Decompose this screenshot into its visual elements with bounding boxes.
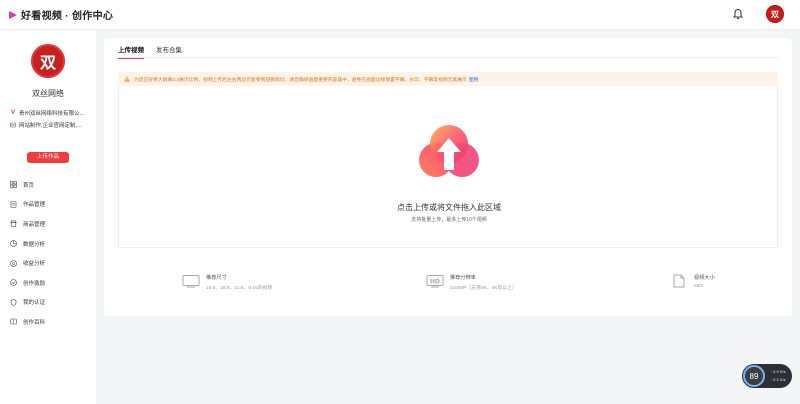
upload-arrow-icon: ↑ — [770, 369, 772, 374]
cloud-upload-icon — [419, 125, 479, 177]
sidebar-item-earnings[interactable]: 收益分析 — [10, 253, 90, 273]
profile-name: 双丝网络 — [32, 89, 64, 98]
svg-text:HD: HD — [430, 279, 440, 286]
shop-icon — [10, 220, 17, 228]
warning-icon — [124, 76, 130, 82]
upload-speed-unit: K/s — [779, 369, 786, 374]
performance-gauge: 89 — [743, 365, 765, 387]
sidebar-item-label: 创作百科 — [23, 319, 46, 326]
upload-speed-value: 0.9 — [773, 369, 779, 374]
sidebar-item-label: 商品管理 — [23, 221, 46, 228]
upload-speed: ↑ 0.9 K/s — [770, 369, 786, 374]
spec-label: 推荐尺寸 — [206, 275, 227, 281]
spec-label: 视频大小 — [694, 275, 715, 281]
spec-value: 16:9、18:9、21:9、9:16的视频 — [206, 286, 273, 291]
file-icon — [673, 274, 685, 288]
home-grid-icon — [10, 181, 17, 189]
header-avatar[interactable]: 双 — [766, 5, 784, 23]
document-icon — [10, 201, 17, 208]
company-name: 贵州双丝网络科技有限公... — [19, 111, 85, 117]
spec-filesize: 视频大小 ≤8G — [670, 274, 715, 289]
download-arrow-icon: ↓ — [770, 377, 772, 382]
dropzone-title: 点击上传或将文件拖入此区域 — [397, 203, 501, 212]
badge-icon — [10, 279, 17, 287]
upload-card: 上传视频 发布合集 为适应好看大屏幕3:2展示比例，视频上传后左右两边可能受到轻… — [104, 38, 792, 316]
sidebar-item-analytics[interactable]: 数据分析 — [10, 234, 90, 254]
sidebar-item-wiki[interactable]: 创作百科 — [10, 312, 90, 332]
sidebar-item-works[interactable]: 作品管理 — [10, 195, 90, 215]
sidebar-item-label: 创作激励 — [23, 280, 46, 287]
sidebar-item-label: 首页 — [23, 182, 35, 189]
chart-icon — [10, 240, 17, 247]
sidebar-item-products[interactable]: 商品管理 — [10, 214, 90, 234]
book-icon — [10, 319, 17, 325]
sidebar-item-incentives[interactable]: 创作激励 — [10, 273, 90, 293]
sidebar-item-label: 我的认证 — [23, 300, 46, 307]
dropzone-subtitle: 支持批量上传，最多上传10个视频 — [411, 217, 487, 223]
tabs-divider — [118, 57, 778, 58]
spec-value: ≥1080P（支持2K、4K及以上） — [450, 286, 517, 291]
sidebar-item-label: 作品管理 — [23, 202, 46, 209]
sidebar-nav: 首页 作品管理 商品管理 数据分析 收益分析 创作激励 我的认证 创作百科 — [10, 175, 90, 332]
notice-text: 为适应好看大屏幕3:2展示比例，视频上传后左右两边可能受到轻微裁切，请您确保画面… — [134, 77, 467, 83]
spec-size: 推荐尺寸 16:9、18:9、21:9、9:16的视频 — [182, 274, 272, 291]
certification-row: 网站制作,企业官网定制,... — [10, 121, 90, 129]
sidebar-item-label: 数据分析 — [23, 241, 46, 248]
spec-resolution: HD 推荐分辨率 ≥1080P（支持2K、4K及以上） — [426, 274, 517, 291]
shield-check-icon — [10, 299, 17, 306]
hd-icon: HD — [426, 275, 444, 288]
download-speed-value: 0.2 — [773, 377, 779, 382]
bell-icon[interactable] — [732, 8, 744, 20]
verified-v-icon: V — [10, 110, 15, 116]
spec-label: 推荐分辨率 — [450, 275, 476, 281]
app-title: 好看视频 · 创作中心 — [21, 11, 114, 22]
crop-notice: 为适应好看大屏幕3:2展示比例，视频上传后左右两边可能受到轻微裁切，请您确保画面… — [118, 72, 778, 86]
top-bar: 好看视频 · 创作中心 双 — [0, 0, 800, 30]
company-row: V 贵州双丝网络科技有限公... — [10, 109, 90, 117]
spec-value: ≤8G — [694, 284, 704, 289]
coin-icon — [10, 259, 17, 267]
network-monitor-widget[interactable]: 89 ↑ 0.9 K/s ↓ 0.2 K/s — [742, 364, 792, 388]
play-logo-icon — [9, 10, 17, 19]
download-speed: ↓ 0.2 K/s — [770, 377, 786, 382]
sidebar-item-certification[interactable]: 我的认证 — [10, 293, 90, 313]
screen-icon — [182, 275, 200, 288]
upload-dropzone[interactable]: 点击上传或将文件拖入此区域 支持批量上传，最多上传10个视频 — [118, 86, 778, 248]
sidebar: 双 双丝网络 V 贵州双丝网络科技有限公... 网站制作,企业官网定制,... … — [0, 30, 96, 404]
download-speed-unit: K/s — [779, 377, 786, 382]
profile-avatar[interactable]: 双 — [31, 44, 65, 78]
notice-example-link[interactable]: 图例 — [469, 76, 479, 83]
certification-text: 网站制作,企业官网定制,... — [19, 123, 82, 129]
upload-work-button[interactable]: 上传作品 — [27, 152, 69, 163]
brand[interactable]: 好看视频 · 创作中心 — [8, 7, 113, 22]
sidebar-item-label: 收益分析 — [23, 261, 46, 268]
id-card-icon — [10, 122, 16, 128]
sidebar-item-home[interactable]: 首页 — [10, 175, 90, 195]
